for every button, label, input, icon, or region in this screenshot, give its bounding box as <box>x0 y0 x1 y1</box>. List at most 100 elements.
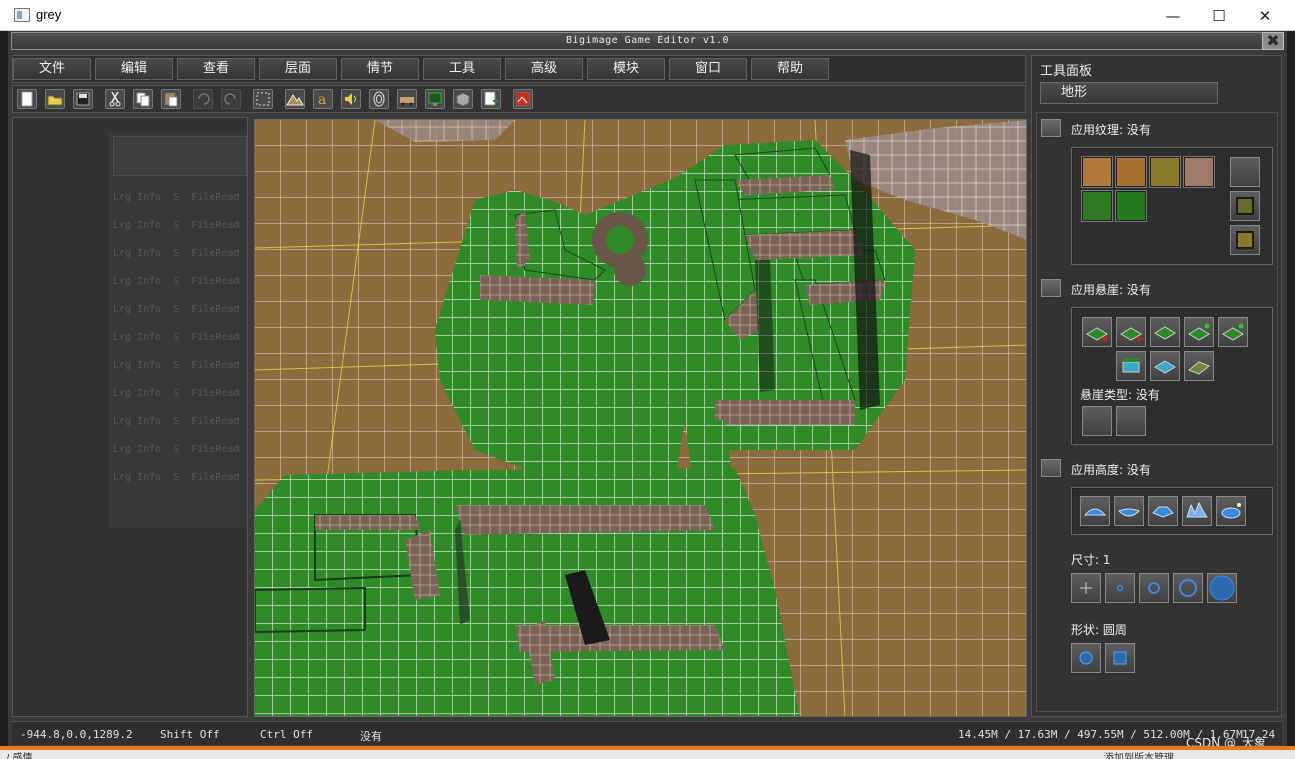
shape-circle-icon[interactable] <box>1071 643 1101 673</box>
copy-icon[interactable] <box>133 89 153 109</box>
log-line: Lrg Info S FileRead <box>113 220 240 231</box>
ctrl-status: Ctrl Off <box>260 728 313 741</box>
close-button[interactable]: ✕ <box>1242 0 1288 31</box>
log-line: Lrg Info S FileRead <box>113 472 240 483</box>
log-line: Lrg Info S FileRead <box>113 192 240 203</box>
brush-size-4-icon[interactable] <box>1173 573 1203 603</box>
cliff-flat-icon[interactable] <box>1150 317 1180 347</box>
cliff-lower-icon[interactable] <box>1116 317 1146 347</box>
texture-swatch-grass[interactable] <box>1082 191 1112 221</box>
menu-edit[interactable]: 编辑 <box>95 58 173 80</box>
log-line: Lrg Info S FileRead <box>113 388 240 399</box>
height-noise-icon[interactable] <box>1182 496 1212 526</box>
console-header <box>113 136 247 176</box>
log-line: Lrg Info S FileRead <box>113 276 240 287</box>
log-line: Lrg Info S FileRead <box>113 416 240 427</box>
menu-window[interactable]: 窗口 <box>669 58 747 80</box>
height-group <box>1071 487 1273 535</box>
menu-tools[interactable]: 工具 <box>423 58 501 80</box>
select-rect-icon[interactable] <box>253 89 273 109</box>
brush-size-5-icon[interactable] <box>1207 573 1237 603</box>
terrain-viewport[interactable] <box>254 119 1027 717</box>
apply-texture-label: 应用纹理: 没有 <box>1071 123 1151 137</box>
fingerprint-icon[interactable] <box>369 89 389 109</box>
height-plateau-icon[interactable] <box>1148 496 1178 526</box>
menu-plot[interactable]: 情节 <box>341 58 419 80</box>
height-lower-icon[interactable] <box>1114 496 1144 526</box>
cliff-add-alt-icon[interactable] <box>1218 317 1248 347</box>
menu-help[interactable]: 帮助 <box>751 58 829 80</box>
menu-advanced[interactable]: 高级 <box>505 58 583 80</box>
new-file-icon[interactable] <box>17 89 37 109</box>
toolbar: a <box>12 85 1026 113</box>
menu-file[interactable]: 文件 <box>13 58 91 80</box>
cliff-type-button-2[interactable] <box>1116 406 1146 436</box>
texture-frame-icon[interactable] <box>1230 191 1260 221</box>
mode-status: 没有 <box>360 730 382 743</box>
window-titlebar: grey — ☐ ✕ <box>0 0 1295 31</box>
height-raise-icon[interactable] <box>1080 496 1110 526</box>
cliff-raise-icon[interactable] <box>1082 317 1112 347</box>
texture-group <box>1071 147 1273 265</box>
cut-icon[interactable] <box>105 89 125 109</box>
undo-icon[interactable] <box>193 89 213 109</box>
texture-swatch-grass-dark[interactable] <box>1116 191 1146 221</box>
bottom-strip: / 感情 添加到版本管理 <box>0 746 1295 759</box>
texture-swatch-rock[interactable] <box>1184 157 1214 187</box>
minimize-button[interactable]: — <box>1150 0 1196 31</box>
brush-shape-label: 形状: 圆周 <box>1071 623 1127 637</box>
apply-texture-checkbox[interactable] <box>1041 119 1061 137</box>
apply-height-label: 应用高度: 没有 <box>1071 463 1151 477</box>
brush-size-label: 尺寸: 1 <box>1071 553 1111 567</box>
status-bar: -944.8,0.0,1289.2 Shift Off Ctrl Off 没有 … <box>12 721 1282 745</box>
image-icon[interactable] <box>513 89 533 109</box>
save-icon[interactable] <box>73 89 93 109</box>
terrain-icon[interactable] <box>285 89 305 109</box>
terrain-render <box>255 120 1026 716</box>
vehicle-icon[interactable] <box>397 89 417 109</box>
bottom-left-text: / 感情 <box>6 753 33 759</box>
shift-status: Shift Off <box>160 728 220 741</box>
apply-cliff-checkbox[interactable] <box>1041 279 1061 297</box>
cliff-water-icon[interactable] <box>1116 351 1146 381</box>
brush-size-1-icon[interactable] <box>1071 573 1101 603</box>
left-panel: Lrg Info S FileRead Lrg Info S FileRead … <box>12 117 248 717</box>
height-smooth-icon[interactable] <box>1216 496 1246 526</box>
texture-frame-alt-icon[interactable] <box>1230 225 1260 255</box>
monitor-icon[interactable] <box>425 89 445 109</box>
texture-swatch-sand[interactable] <box>1116 157 1146 187</box>
menu-modules[interactable]: 模块 <box>587 58 665 80</box>
texture-swatch-dirt[interactable] <box>1082 157 1112 187</box>
redo-icon[interactable] <box>221 89 241 109</box>
tab-terrain[interactable]: 地形 <box>1040 82 1218 104</box>
open-folder-icon[interactable] <box>45 89 65 109</box>
terrain-tools: 应用纹理: 没有 应用悬崖: 没有 悬崖类型: 没有 应用高度: 没有 尺寸: … <box>1036 112 1278 712</box>
editor-title: Bigimage Game Editor v1.0 <box>11 32 1284 50</box>
add-to-source-control[interactable]: 添加到版本管理 <box>1104 749 1174 759</box>
log-line: Lrg Info S FileRead <box>113 304 240 315</box>
text-icon[interactable]: a <box>313 89 333 109</box>
cliff-ramp-icon[interactable] <box>1184 351 1214 381</box>
doc-add-icon[interactable] <box>481 89 501 109</box>
log-line: Lrg Info S FileRead <box>113 444 240 455</box>
cliff-type-label: 悬崖类型: 没有 <box>1080 388 1160 402</box>
sound-icon[interactable] <box>341 89 361 109</box>
texture-blank-button[interactable] <box>1230 157 1260 187</box>
log-line: Lrg Info S FileRead <box>113 332 240 343</box>
cliff-type-button-1[interactable] <box>1082 406 1112 436</box>
shape-square-icon[interactable] <box>1105 643 1135 673</box>
paste-icon[interactable] <box>161 89 181 109</box>
texture-swatch-moss[interactable] <box>1150 157 1180 187</box>
log-line: Lrg Info S FileRead <box>113 248 240 259</box>
maximize-button[interactable]: ☐ <box>1196 0 1242 31</box>
menu-layer[interactable]: 层面 <box>259 58 337 80</box>
brush-size-3-icon[interactable] <box>1139 573 1169 603</box>
cliff-shore-icon[interactable] <box>1150 351 1180 381</box>
editor-close-button[interactable]: ✖ <box>1262 32 1284 50</box>
cliff-add-icon[interactable] <box>1184 317 1214 347</box>
apply-height-checkbox[interactable] <box>1041 459 1061 477</box>
brush-size-2-icon[interactable] <box>1105 573 1135 603</box>
box-icon[interactable] <box>453 89 473 109</box>
svg-text:a: a <box>318 92 326 108</box>
menu-view[interactable]: 查看 <box>177 58 255 80</box>
